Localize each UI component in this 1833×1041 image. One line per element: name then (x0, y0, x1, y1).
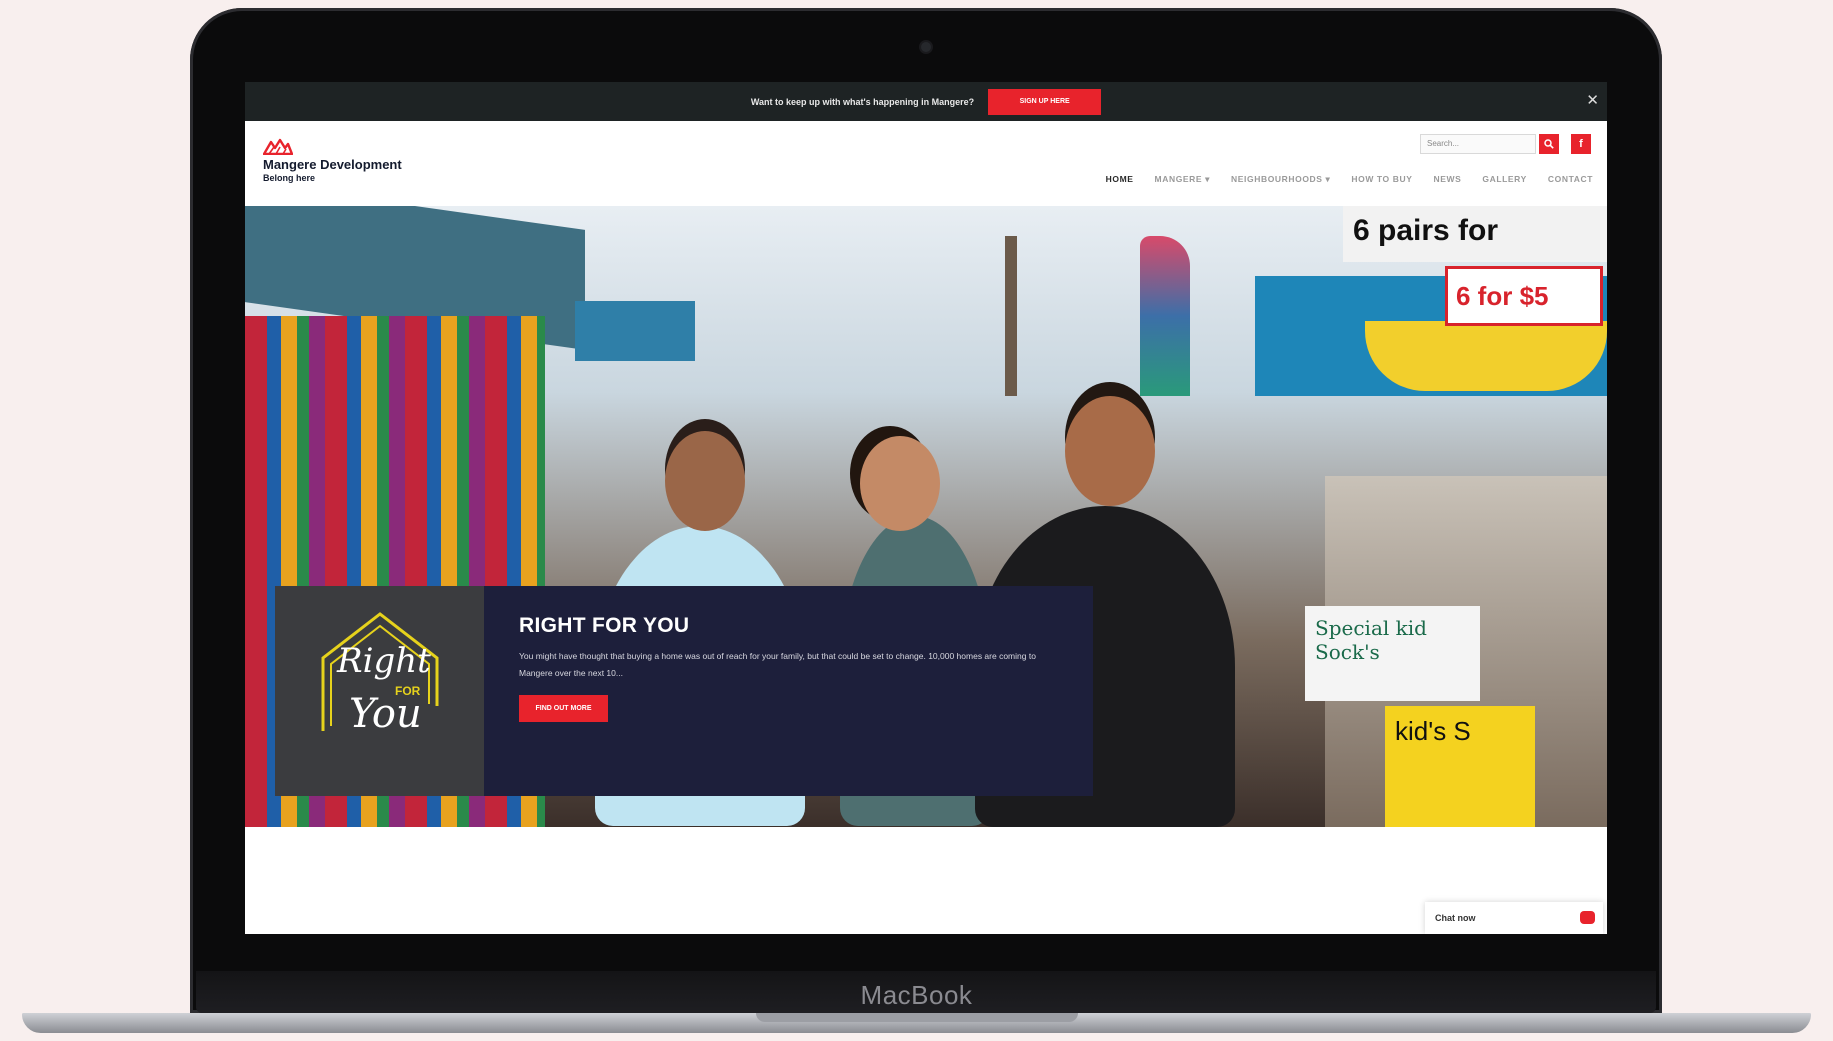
right-for-you-card: Right FOR You RIGHT FOR YOU You might ha… (275, 586, 1093, 796)
sign-pairs-text: 6 pairs for (1353, 214, 1499, 247)
nav-item-news[interactable]: NEWS (1433, 174, 1461, 185)
chat-label: Chat now (1435, 913, 1476, 923)
webcam (921, 42, 931, 52)
logo-word-right: Right (337, 641, 431, 681)
main-nav: HOME MANGERE ▾ NEIGHBOURHOODS ▾ HOW TO B… (1106, 174, 1593, 185)
market-tent-mid (575, 301, 695, 361)
search-input[interactable]: Search... (1420, 134, 1536, 154)
find-out-more-button[interactable]: Find out more (519, 695, 608, 722)
sign-kids: kid's S (1385, 706, 1535, 827)
nav-item-neighbourhoods[interactable]: NEIGHBOURHOODS ▾ (1231, 174, 1330, 185)
facebook-icon[interactable]: f (1571, 134, 1591, 154)
yellow-umbrella (1365, 321, 1607, 391)
browser-screen: Want to keep up with what's happening in… (245, 82, 1607, 934)
sign-special: Special kid Sock's (1305, 606, 1480, 701)
search-button[interactable] (1539, 134, 1559, 154)
sign-pairs: 6 pairs for (1343, 206, 1607, 262)
site-logo[interactable]: Mangere Development Belong here (263, 138, 402, 183)
man-right-head (1065, 396, 1155, 506)
sign-price: 6 for $5 (1445, 266, 1603, 326)
laptop-brand-label: MacBook (860, 980, 973, 1010)
announcement-bar: Want to keep up with what's happening in… (245, 82, 1607, 121)
laptop-notch (756, 1013, 1078, 1022)
nav-item-contact[interactable]: CONTACT (1548, 174, 1593, 185)
logo-icon (263, 138, 293, 155)
close-icon[interactable]: ✕ (1586, 91, 1599, 109)
right-for-you-logo: Right FOR You (275, 586, 484, 796)
palm-tree (1005, 236, 1017, 396)
sign-special-text: Special kid Sock's (1315, 616, 1427, 664)
announcement-text: Want to keep up with what's happening in… (750, 96, 975, 107)
card-title: RIGHT FOR YOU (519, 614, 690, 637)
sign-price-text: 6 for $5 (1456, 281, 1549, 311)
nav-item-mangere[interactable]: MANGERE ▾ (1155, 174, 1210, 185)
card-text: You might have thought that buying a hom… (519, 651, 1036, 678)
flag-banner (1140, 236, 1190, 396)
search-icon (1544, 139, 1554, 149)
nav-item-home[interactable]: HOME (1106, 174, 1134, 185)
site-tagline: Belong here (263, 173, 316, 183)
woman-middle-head (860, 436, 940, 531)
woman-left-head (665, 431, 745, 531)
nav-item-gallery[interactable]: GALLERY (1482, 174, 1527, 185)
card-content: RIGHT FOR YOU You might have thought tha… (484, 586, 1093, 796)
chat-bubble-icon (1580, 911, 1595, 924)
logo-word-you: You (349, 691, 422, 737)
site-name: Mangere Development (263, 157, 402, 172)
chat-widget[interactable]: Chat now (1425, 902, 1603, 934)
nav-item-how-to-buy[interactable]: HOW TO BUY (1351, 174, 1412, 185)
sign-kids-text: kid's S (1395, 716, 1471, 746)
sign-up-button[interactable]: Sign up here (988, 88, 1102, 115)
